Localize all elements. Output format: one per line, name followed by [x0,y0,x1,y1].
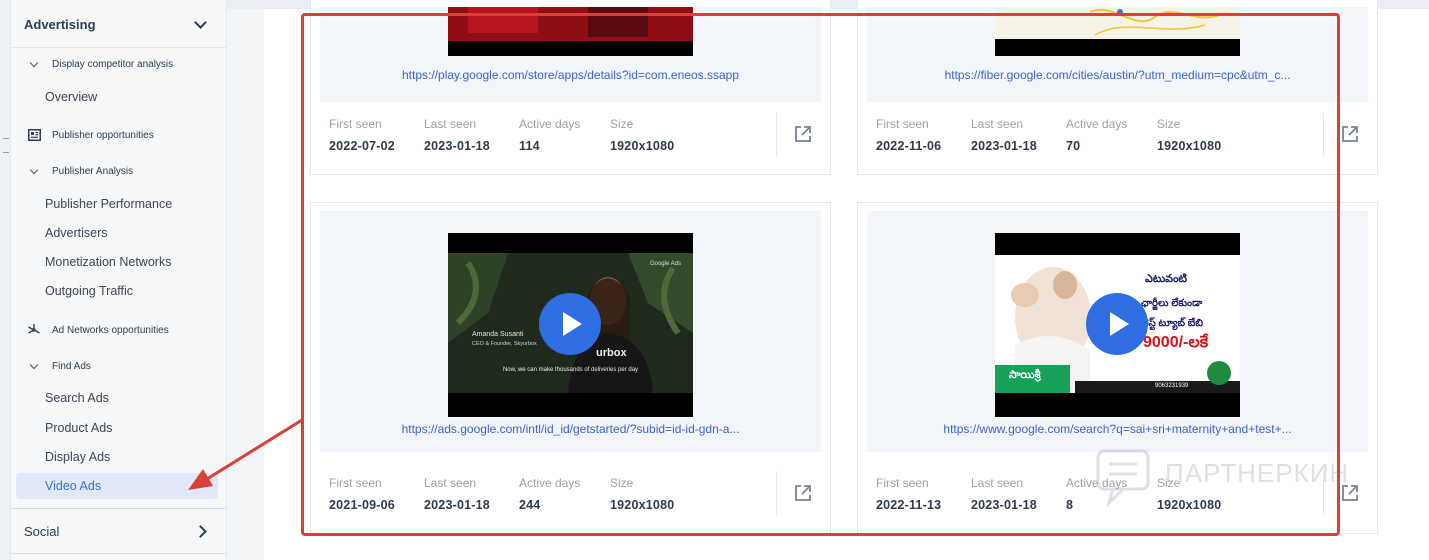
sidebar-item-label: Advertisers [45,226,108,240]
chevron-down-icon [27,164,41,178]
sidebar: Advertising Display competitor analysis … [11,0,227,560]
sidebar-item-product-ads[interactable]: Product Ads [16,415,218,441]
network-icon [27,323,41,337]
chevron-down-icon [27,57,41,71]
chevron-down-icon [194,16,207,29]
sidebar-item-outgoing-traffic[interactable]: Outgoing Traffic [16,278,218,304]
sidebar-item-monetization-networks[interactable]: Monetization Networks [16,249,218,275]
sidebar-item-label: Overview [45,90,98,104]
sidebar-item-display-ads[interactable]: Display Ads [16,444,218,470]
newspaper-icon [27,128,41,142]
collapsed-rail [0,0,11,560]
group-publisher-analysis[interactable]: Publisher Analysis [11,160,227,182]
section-social-toggle[interactable]: Social [11,508,227,554]
section-advertising-toggle[interactable]: Advertising [11,2,227,48]
group-ad-networks-opportunities[interactable]: Ad Networks opportunities [11,319,227,341]
group-label: Publisher opportunities [52,129,154,141]
section-social-label: Social [24,523,60,539]
sidebar-item-label: Search Ads [45,391,109,405]
group-label: Find Ads [52,360,91,372]
rail-tick [3,138,9,139]
group-publisher-opportunities[interactable]: Publisher opportunities [11,124,227,146]
rail-tick [3,152,9,153]
app-root: { "sidebar": { "section_top": "Advertisi… [0,0,1429,560]
chevron-down-icon [27,359,41,373]
sidebar-item-label: Video Ads [45,479,102,493]
sidebar-item-label: Product Ads [45,421,113,435]
sidebar-item-advertisers[interactable]: Advertisers [16,220,218,246]
sidebar-item-search-ads[interactable]: Search Ads [16,385,218,411]
sidebar-item-label: Monetization Networks [45,255,172,269]
chevron-right-icon [194,524,207,538]
sidebar-item-overview[interactable]: Overview [16,84,218,110]
annotation-highlight-box [301,13,1340,536]
sidebar-item-video-ads[interactable]: Video Ads [16,473,218,499]
group-label: Publisher Analysis [52,165,134,177]
section-advertising-label: Advertising [24,17,96,32]
sidebar-item-publisher-performance[interactable]: Publisher Performance [16,191,218,217]
group-find-ads[interactable]: Find Ads [11,355,227,377]
group-label: Display competitor analysis [52,58,174,70]
external-link-icon[interactable] [1339,123,1361,145]
sidebar-item-label: Outgoing Traffic [45,284,134,298]
sidebar-item-label: Display Ads [45,450,111,464]
sidebar-item-label: Publisher Performance [45,197,173,211]
group-label: Ad Networks opportunities [52,324,169,336]
group-display-competitor-analysis[interactable]: Display competitor analysis [11,53,227,75]
